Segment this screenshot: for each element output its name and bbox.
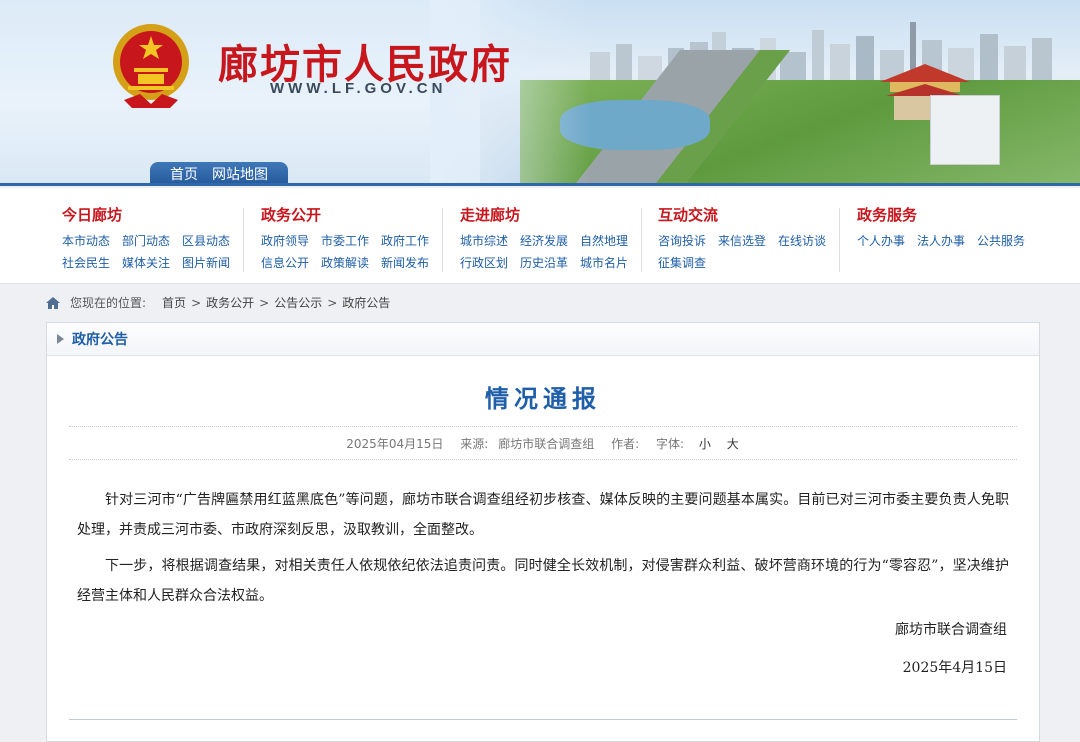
nav-link[interactable]: 信息公开 (261, 254, 309, 271)
nav-link[interactable]: 经济发展 (520, 232, 568, 249)
banner-bottom-bar (0, 183, 1080, 186)
breadcrumb: 您现在的位置: 首页 > 政务公开 > 公告公示 > 政府公告 (46, 294, 395, 311)
nav-link[interactable]: 媒体关注 (122, 254, 170, 271)
nav-group-today: 今日廊坊 本市动态 部门动态 区县动态 社会民生 媒体关注 图片新闻 (62, 204, 230, 271)
panel-header: 政府公告 (47, 323, 1039, 356)
nav-link[interactable]: 征集调查 (658, 254, 706, 271)
nav-link[interactable]: 政府工作 (381, 232, 429, 249)
home-icon (46, 296, 60, 309)
nav-link[interactable]: 行政区划 (460, 254, 508, 271)
nav-group-about: 走进廊坊 城市综述 经济发展 自然地理 行政区划 历史沿革 城市名片 (460, 204, 628, 271)
nav-title[interactable]: 政务服务 (857, 204, 1025, 225)
divider (69, 426, 1017, 427)
font-small-button[interactable]: 小 (699, 437, 711, 451)
nav-link[interactable]: 公共服务 (977, 232, 1025, 249)
nav-link[interactable]: 政府领导 (261, 232, 309, 249)
article-paragraph: 下一步，将根据调查结果，对相关责任人依规依纪依法追责问责。同时健全长效机制，对侵… (77, 558, 1009, 604)
article-date: 2025年04月15日 (346, 437, 444, 451)
nav-link[interactable]: 政策解读 (321, 254, 369, 271)
main-nav: 今日廊坊 本市动态 部门动态 区县动态 社会民生 媒体关注 图片新闻 政务公开 … (0, 188, 1080, 284)
tab-sitemap[interactable]: 网站地图 (212, 164, 268, 184)
breadcrumb-affairs[interactable]: 政务公开 (206, 294, 254, 311)
breadcrumb-separator: > (191, 295, 202, 310)
nav-link[interactable]: 来信选登 (718, 232, 766, 249)
nav-group-affairs: 政务公开 政府领导 市委工作 政府工作 信息公开 政策解读 新闻发布 (261, 204, 429, 271)
panel-title: 政府公告 (72, 332, 128, 348)
national-emblem-icon (113, 24, 189, 108)
nav-link[interactable]: 图片新闻 (182, 254, 230, 271)
nav-link[interactable]: 新闻发布 (381, 254, 429, 271)
nav-link[interactable]: 本市动态 (62, 232, 110, 249)
article-source: 廊坊市联合调查组 (498, 437, 595, 451)
article-paragraph: 针对三河市“广告牌匾禁用红蓝黑底色”等问题，廊坊市联合调查组经初步核查、媒体反映… (77, 492, 1009, 538)
breadcrumb-prefix: 您现在的位置: (70, 296, 147, 310)
nav-divider (243, 208, 244, 272)
nav-link[interactable]: 市委工作 (321, 232, 369, 249)
nav-link[interactable]: 咨询投诉 (658, 232, 706, 249)
nav-title[interactable]: 今日廊坊 (62, 204, 230, 225)
banner-fade (430, 0, 590, 186)
caret-right-icon (57, 334, 64, 344)
article-sign-date: 2025年4月15日 (902, 660, 1007, 676)
font-size-label: 字体: (655, 437, 685, 451)
divider (69, 459, 1017, 460)
nav-group-interact: 互动交流 咨询投诉 来信选登 在线访谈 征集调查 (658, 204, 826, 271)
breadcrumb-home[interactable]: 首页 (162, 294, 186, 311)
nav-link[interactable]: 城市名片 (580, 254, 628, 271)
nav-divider (641, 208, 642, 272)
office-building-image (930, 95, 1000, 165)
article-panel: 政府公告 情况通报 2025年04月15日 来源: 廊坊市联合调查组 作者: 字体… (46, 322, 1040, 742)
nav-link[interactable]: 社会民生 (62, 254, 110, 271)
font-large-button[interactable]: 大 (727, 437, 739, 451)
nav-link[interactable]: 历史沿革 (520, 254, 568, 271)
nav-link[interactable]: 自然地理 (580, 232, 628, 249)
source-label: 来源: (460, 437, 489, 451)
nav-title[interactable]: 政务公开 (261, 204, 429, 225)
site-banner: 廊坊市人民政府 WWW.LF.GOV.CN 首页 网站地图 (0, 0, 1080, 186)
article-meta: 2025年04月15日 来源: 廊坊市联合调查组 作者: 字体: 小 大 (47, 435, 1039, 452)
nav-divider (839, 208, 840, 272)
nav-link[interactable]: 法人办事 (917, 232, 965, 249)
nav-group-services: 政务服务 个人办事 法人办事 公共服务 (857, 204, 1025, 249)
site-url: WWW.LF.GOV.CN (270, 80, 447, 97)
nav-link[interactable]: 城市综述 (460, 232, 508, 249)
article-body: 针对三河市“广告牌匾禁用红蓝黑底色”等问题，廊坊市联合调查组经初步核查、媒体反映… (77, 485, 1009, 617)
nav-link[interactable]: 在线访谈 (778, 232, 826, 249)
author-label: 作者: (611, 437, 640, 451)
nav-title[interactable]: 走进廊坊 (460, 204, 628, 225)
nav-link[interactable]: 部门动态 (122, 232, 170, 249)
nav-title[interactable]: 互动交流 (658, 204, 826, 225)
nav-link[interactable]: 个人办事 (857, 232, 905, 249)
article-signature: 廊坊市联合调查组 (895, 622, 1007, 638)
breadcrumb-notices[interactable]: 公告公示 (274, 294, 322, 311)
article-title: 情况通报 (485, 385, 601, 413)
breadcrumb-current[interactable]: 政府公告 (342, 294, 390, 311)
nav-divider (442, 208, 443, 272)
breadcrumb-separator: > (259, 295, 270, 310)
nav-link[interactable]: 区县动态 (182, 232, 230, 249)
tab-home[interactable]: 首页 (170, 164, 198, 184)
breadcrumb-separator: > (327, 295, 338, 310)
divider (69, 719, 1017, 720)
